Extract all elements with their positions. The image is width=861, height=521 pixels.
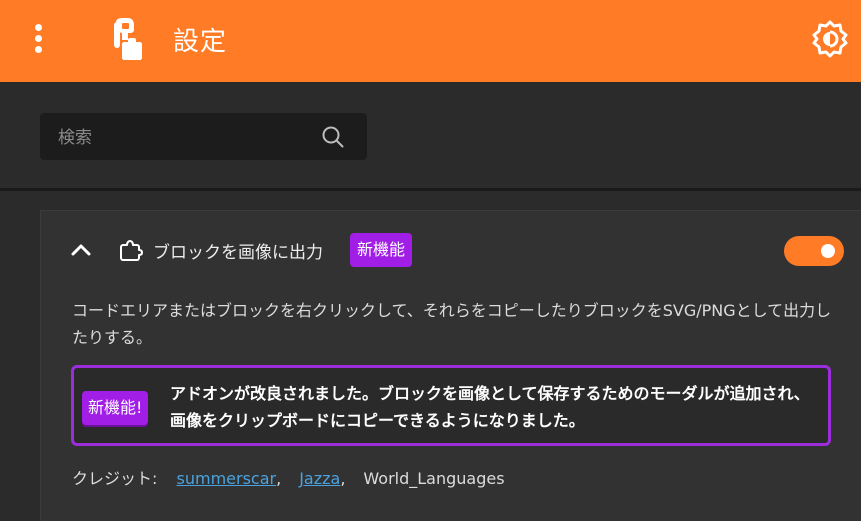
- addons-logo-icon: [114, 18, 142, 60]
- credit-separator: ,: [340, 469, 346, 488]
- notice-text: アドオンが改良されました。ブロックを画像として保存するためのモーダルが追加され、…: [170, 384, 810, 430]
- new-feature-badge: 新機能: [350, 233, 413, 267]
- credit-link-summerscar[interactable]: summerscar: [177, 469, 277, 488]
- page-title: 設定: [173, 27, 228, 57]
- addon-enable-toggle[interactable]: [784, 236, 844, 266]
- search-box[interactable]: [40, 113, 367, 162]
- more-vertical-icon: [35, 24, 42, 31]
- more-menu-button[interactable]: [28, 22, 50, 56]
- search-divider: [0, 188, 861, 191]
- notice-new-badge: 新機能!: [82, 391, 149, 425]
- menu-dot: [35, 46, 42, 53]
- credit-separator: ,: [276, 469, 282, 488]
- theme-settings-icon[interactable]: [811, 20, 849, 58]
- addon-description: コードエリアまたはブロックを右クリックして、それらをコピーしたりブロックをSVG…: [72, 301, 832, 347]
- chevron-up-icon[interactable]: [70, 240, 92, 260]
- toggle-knob: [821, 244, 835, 258]
- addon-title: ブロックを画像に出力: [153, 243, 323, 263]
- credit-link-jazza[interactable]: Jazza: [299, 469, 340, 488]
- credits: クレジット: summerscar, Jazza, World_Languages: [72, 465, 505, 489]
- search-input[interactable]: [40, 113, 330, 162]
- menu-dot: [35, 35, 42, 42]
- top-bar: 設定: [0, 0, 861, 82]
- credits-label: クレジット:: [72, 469, 158, 488]
- puzzle-piece-icon: [120, 240, 143, 261]
- credit-world-languages: World_Languages: [363, 469, 505, 488]
- search-icon[interactable]: [322, 126, 344, 148]
